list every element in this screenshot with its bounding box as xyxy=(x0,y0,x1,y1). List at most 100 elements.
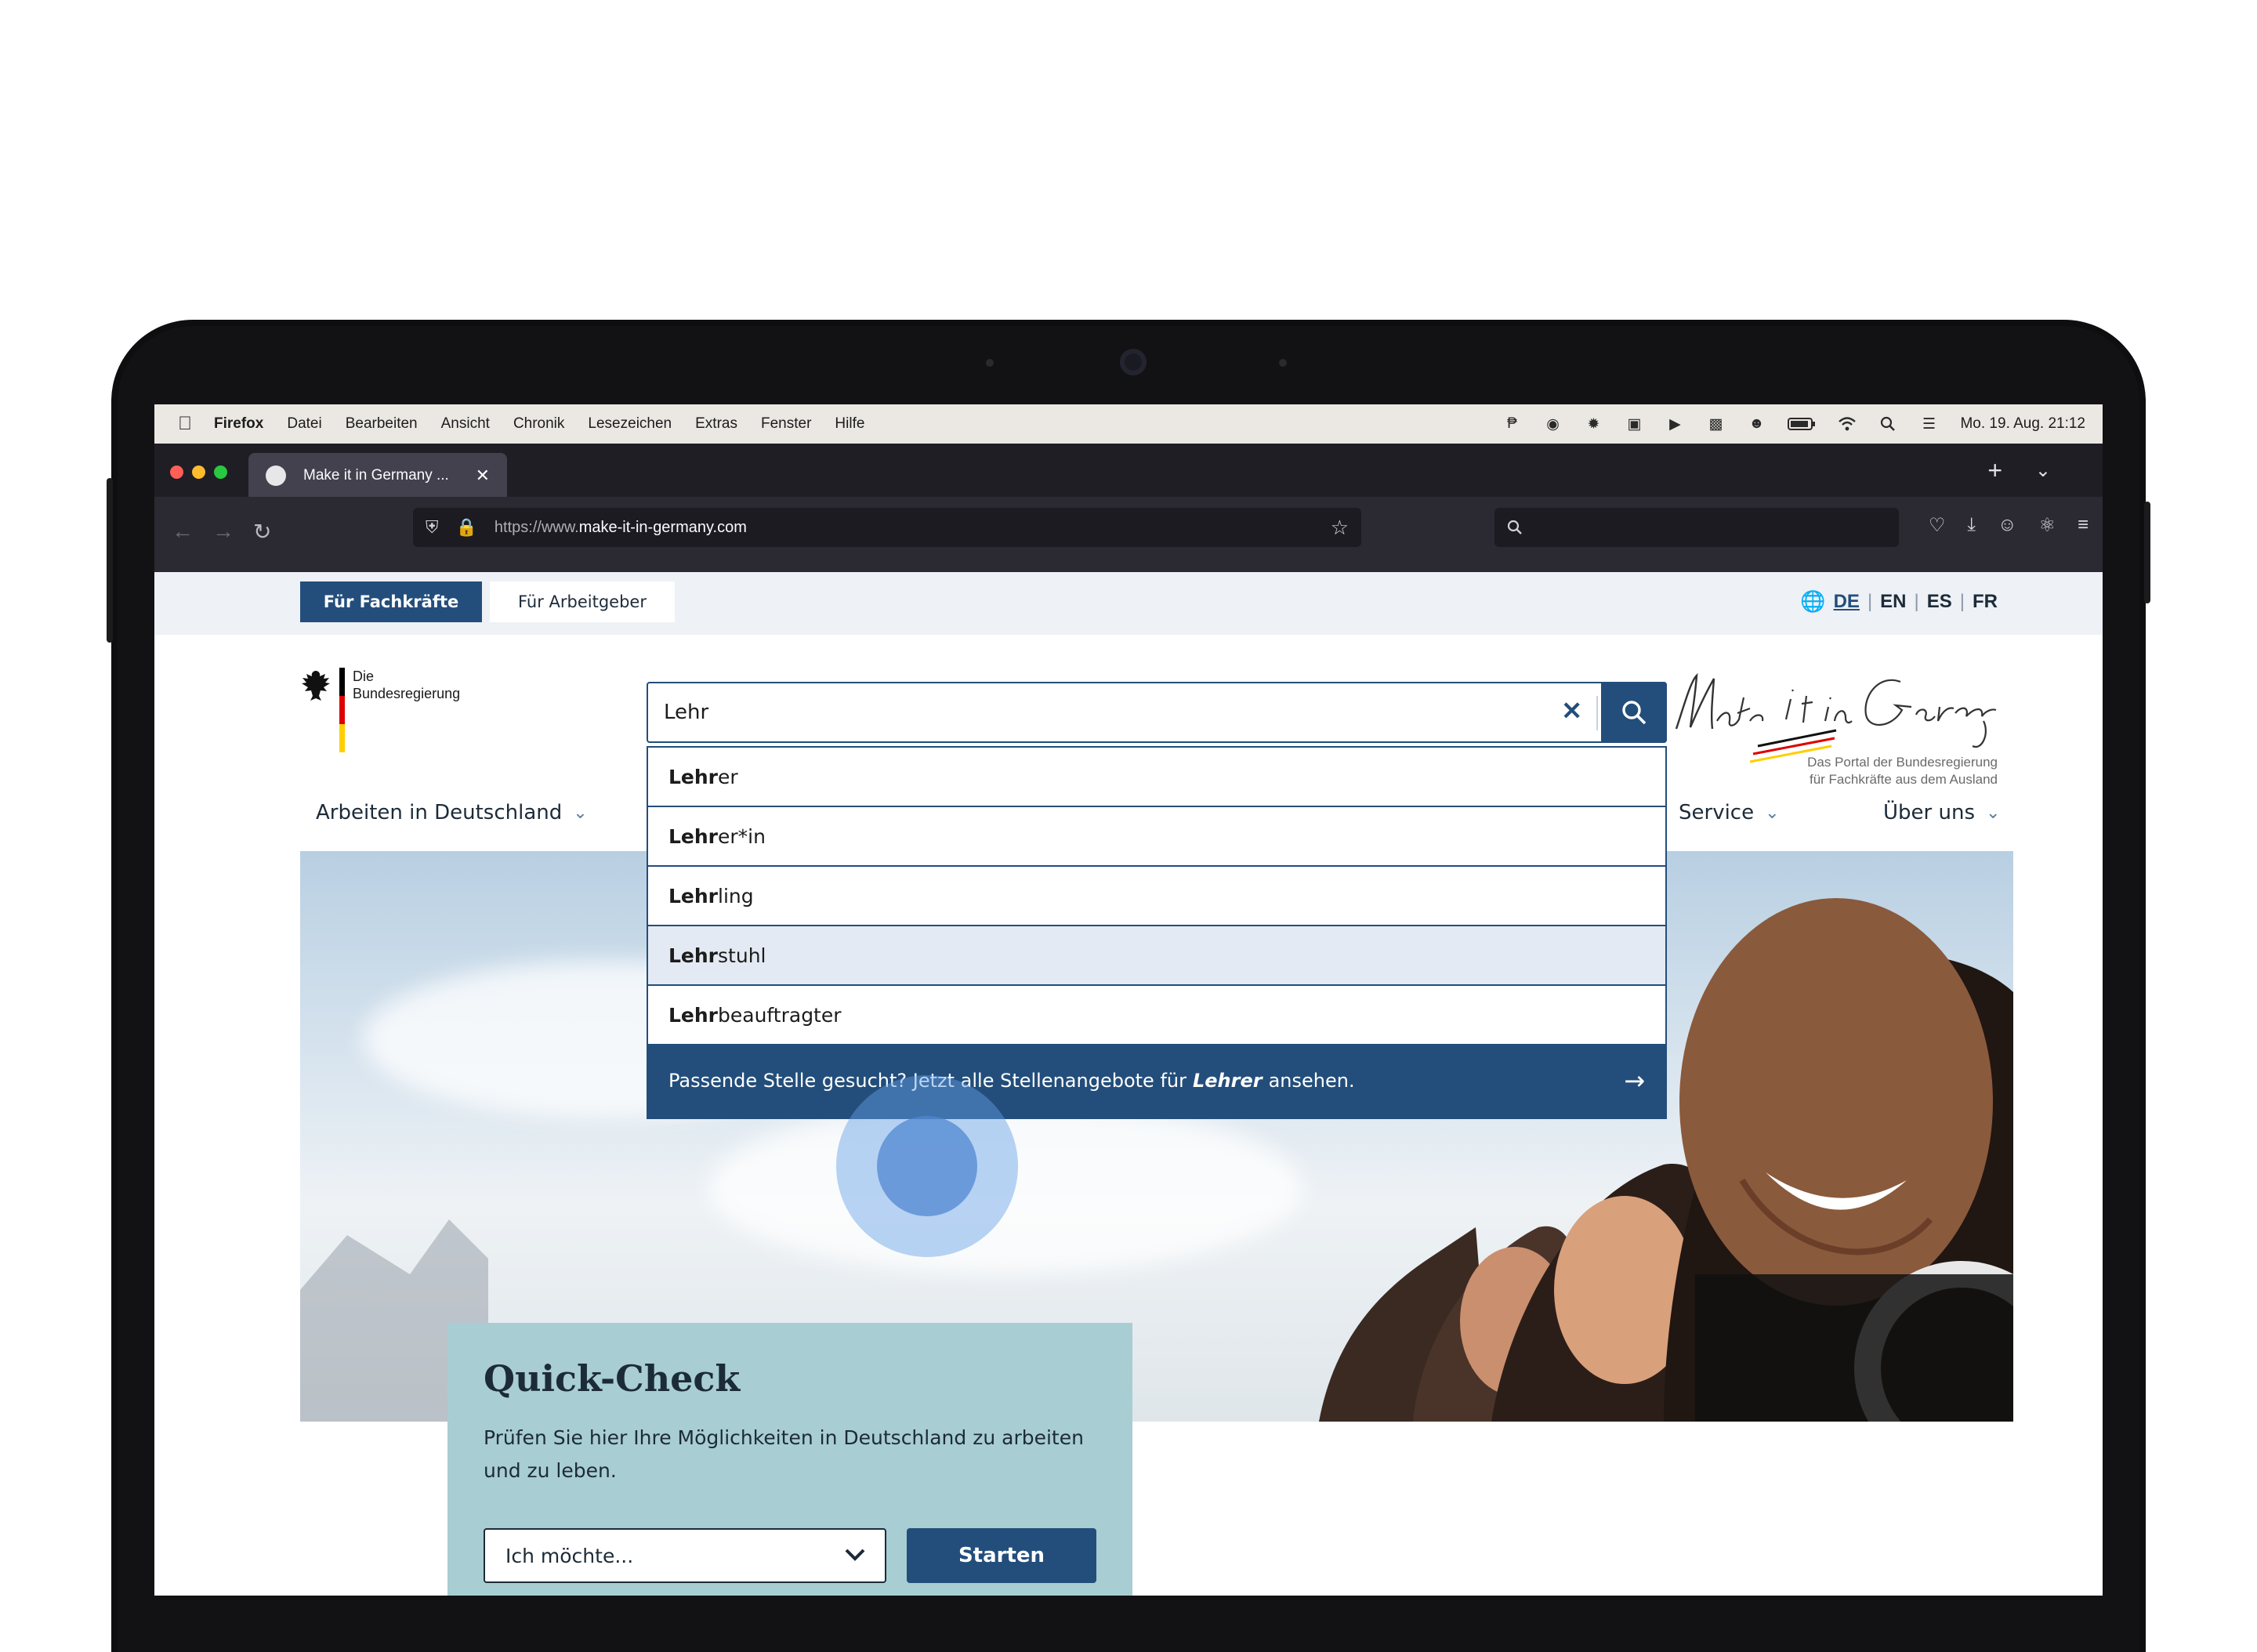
job-offers-link[interactable]: Passende Stelle gesucht? Jetzt alle Stel… xyxy=(648,1044,1665,1118)
search-icon xyxy=(1622,701,1647,725)
spotlight-search-icon[interactable] xyxy=(1878,415,1897,433)
camera-sensor-right xyxy=(1279,359,1287,367)
lang-en[interactable]: EN xyxy=(1880,591,1906,613)
suggestion-match: Lehr xyxy=(668,884,719,908)
new-tab-plus-icon[interactable]: + xyxy=(1987,456,2002,485)
menu-app-name[interactable]: Firefox xyxy=(214,415,263,433)
suggestion-match: Lehr xyxy=(668,765,719,788)
tab-close-icon[interactable]: ✕ xyxy=(476,466,490,486)
suggestion-item[interactable]: Lehr ling xyxy=(648,865,1665,925)
menubar-status-area: ₱ ◉ ✹ ▣ ▶ ▩ ☻ ☰ Mo. 19. Aug. 21:12 xyxy=(1502,404,2085,444)
menu-file[interactable]: Datei xyxy=(287,415,321,433)
arrow-right-icon: → xyxy=(1624,1066,1645,1096)
bookmark-star-icon[interactable]: ☆ xyxy=(1331,516,1349,540)
search-icon xyxy=(1507,520,1522,534)
menu-history[interactable]: Chronik xyxy=(513,415,564,433)
menu-window[interactable]: Fenster xyxy=(761,415,811,433)
window-close-button[interactable] xyxy=(170,466,183,479)
click-indicator-dot xyxy=(877,1116,977,1216)
search-query[interactable]: Lehr xyxy=(648,701,708,724)
quick-check-title: Quick-Check xyxy=(484,1357,741,1400)
forward-arrow-icon[interactable]: → xyxy=(212,519,234,544)
suggestion-rest: beauftragter xyxy=(718,1003,842,1027)
outlook-icon[interactable]: ▣ xyxy=(1625,415,1643,433)
url-domain: make-it-in-germany.com xyxy=(578,518,747,536)
german-flag-bar xyxy=(339,668,345,752)
side-button-right xyxy=(2144,502,2150,603)
camera-icon xyxy=(1120,349,1147,375)
lang-separator: | xyxy=(1959,590,1965,612)
search-suggestions: Lehr er Lehr er*in Lehr ling Lehr stuhl Lehr… xyxy=(647,746,1667,1119)
suggestion-rest: er xyxy=(718,765,738,788)
menu-edit[interactable]: Bearbeiten xyxy=(346,415,418,433)
chevron-down-icon: ⌄ xyxy=(1765,802,1780,823)
apple-icon[interactable]:  xyxy=(178,413,192,435)
lang-separator: | xyxy=(1867,590,1873,612)
suggestion-match: Lehr xyxy=(668,944,719,967)
suggestion-rest: ling xyxy=(718,884,754,908)
browser-navbar: ← → ↻ ⛨ 🔒 https://www. make-it-in-german… xyxy=(154,497,2103,572)
control-center-icon[interactable]: ☰ xyxy=(1919,415,1938,433)
language-switcher: 🌐 DE | EN | ES | FR xyxy=(1800,589,1998,614)
site-search-field[interactable]: Lehr ✕ xyxy=(647,682,1667,743)
clear-search-icon[interactable]: ✕ xyxy=(1561,696,1582,726)
back-arrow-icon[interactable]: ← xyxy=(172,519,194,544)
nav-about-us[interactable]: Über uns ⌄ xyxy=(1883,801,2000,824)
account-icon[interactable]: ☺ xyxy=(1998,514,2017,537)
window-minimize-button[interactable] xyxy=(192,466,205,479)
tab-favicon-icon xyxy=(266,466,286,486)
shield-icon[interactable]: ⛨ xyxy=(426,517,439,538)
pocket-icon[interactable]: ♡ xyxy=(1929,514,1946,537)
suggestion-match: Lehr xyxy=(668,1003,719,1027)
creative-cloud-icon[interactable]: ◉ xyxy=(1543,415,1562,433)
lang-fr[interactable]: FR xyxy=(1973,591,1998,613)
menubar-clock[interactable]: Mo. 19. Aug. 21:12 xyxy=(1960,415,2085,433)
downloads-icon[interactable]: ⤓ xyxy=(1967,514,1976,537)
tagline-line1: Das Portal der Bundesregierung xyxy=(1807,755,1998,770)
browser-search-bar[interactable] xyxy=(1494,508,1899,547)
wifi-icon[interactable] xyxy=(1838,415,1857,433)
list-all-tabs-chevron-icon[interactable]: ⌄ xyxy=(2035,459,2051,482)
screen:  Firefox Datei Bearbeiten Ansicht Chron… xyxy=(154,404,2103,1596)
chevron-down-icon xyxy=(844,1545,866,1567)
quick-check-card: Quick-Check Prüfen Sie hier Ihre Möglich… xyxy=(447,1323,1132,1596)
battery-icon[interactable] xyxy=(1788,415,1816,433)
play-icon[interactable]: ▶ xyxy=(1665,415,1684,433)
search-button[interactable] xyxy=(1601,682,1667,743)
lang-es[interactable]: ES xyxy=(1927,591,1952,613)
reload-icon[interactable]: ↻ xyxy=(253,519,271,545)
app-menu-icon[interactable]: ≡ xyxy=(2078,514,2089,537)
chatgpt-icon[interactable]: ✹ xyxy=(1584,415,1603,433)
menu-help[interactable]: Hilfe xyxy=(835,415,864,433)
status-app-icon[interactable]: ₱ xyxy=(1502,415,1521,433)
quick-check-select[interactable]: Ich möchte... xyxy=(484,1528,886,1583)
suggestion-item[interactable]: Lehr er*in xyxy=(648,806,1665,865)
suggestion-item-highlighted[interactable]: Lehr stuhl xyxy=(648,925,1665,984)
web-page: Für Fachkräfte Für Arbeitgeber 🌐 DE | EN… xyxy=(154,572,2103,1596)
nav-service[interactable]: Service ⌄ xyxy=(1679,801,1780,824)
bundesregierung-logo[interactable]: Die Bundesregierung xyxy=(300,668,460,752)
window-zoom-button[interactable] xyxy=(214,466,227,479)
suggestion-item[interactable]: Lehr beauftragter xyxy=(648,984,1665,1044)
globe-icon: 🌐 xyxy=(1800,589,1826,613)
keyboard-icon[interactable]: ▩ xyxy=(1706,415,1725,433)
job-offers-text-end: ansehen. xyxy=(1268,1070,1355,1092)
menu-bookmarks[interactable]: Lesezeichen xyxy=(588,415,672,433)
quick-check-start-button[interactable]: Starten xyxy=(907,1528,1096,1583)
menu-tools[interactable]: Extras xyxy=(695,415,737,433)
logo-line2: Bundesregierung xyxy=(353,686,461,701)
for-professionals-tab[interactable]: Für Fachkräfte xyxy=(300,581,482,622)
menu-view[interactable]: Ansicht xyxy=(441,415,490,433)
lang-de[interactable]: DE xyxy=(1834,591,1860,613)
user-icon[interactable]: ☻ xyxy=(1747,415,1766,433)
url-bar[interactable]: ⛨ 🔒 https://www. make-it-in-germany.com … xyxy=(413,508,1361,547)
job-offers-term: Lehrer xyxy=(1192,1070,1263,1092)
suggestion-item[interactable]: Lehr er xyxy=(648,746,1665,806)
nav-working-in-germany[interactable]: Arbeiten in Deutschland ⌄ xyxy=(316,801,588,824)
browser-tab[interactable]: Make it in Germany ... ✕ xyxy=(248,453,507,498)
extensions-icon[interactable]: ⚛ xyxy=(2038,514,2056,537)
for-employers-tab[interactable]: Für Arbeitgeber xyxy=(490,581,675,622)
lock-icon[interactable]: 🔒 xyxy=(456,517,477,538)
chevron-down-icon: ⌄ xyxy=(573,802,588,823)
bundesregierung-text: Die Bundesregierung xyxy=(353,668,460,752)
